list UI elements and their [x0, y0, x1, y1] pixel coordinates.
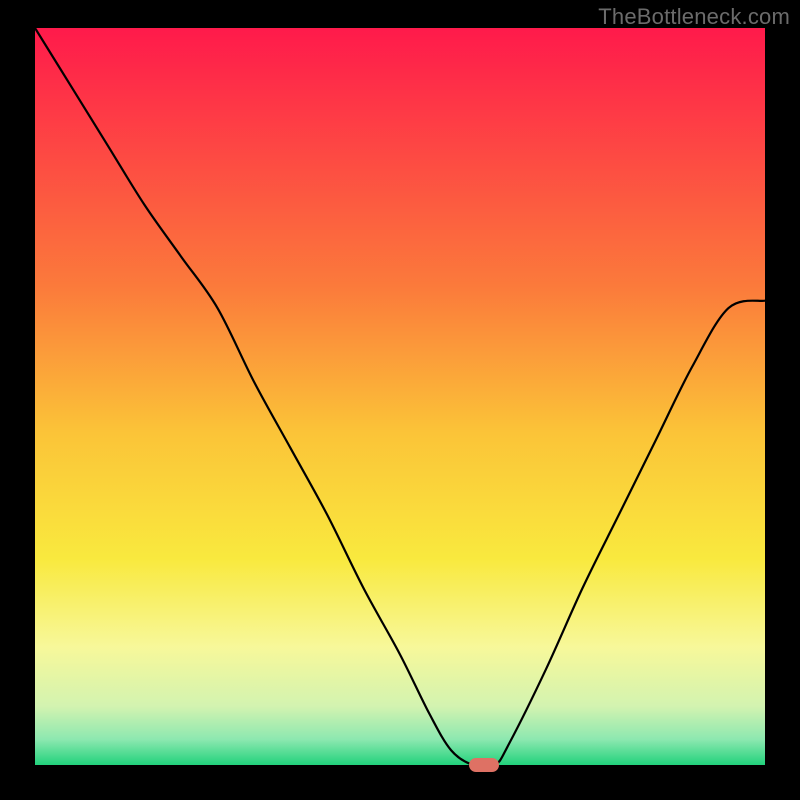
chart-frame: TheBottleneck.com — [0, 0, 800, 800]
optimal-marker — [469, 758, 499, 772]
watermark-text: TheBottleneck.com — [598, 4, 790, 30]
chart-svg — [35, 28, 765, 765]
plot-area — [35, 28, 765, 765]
